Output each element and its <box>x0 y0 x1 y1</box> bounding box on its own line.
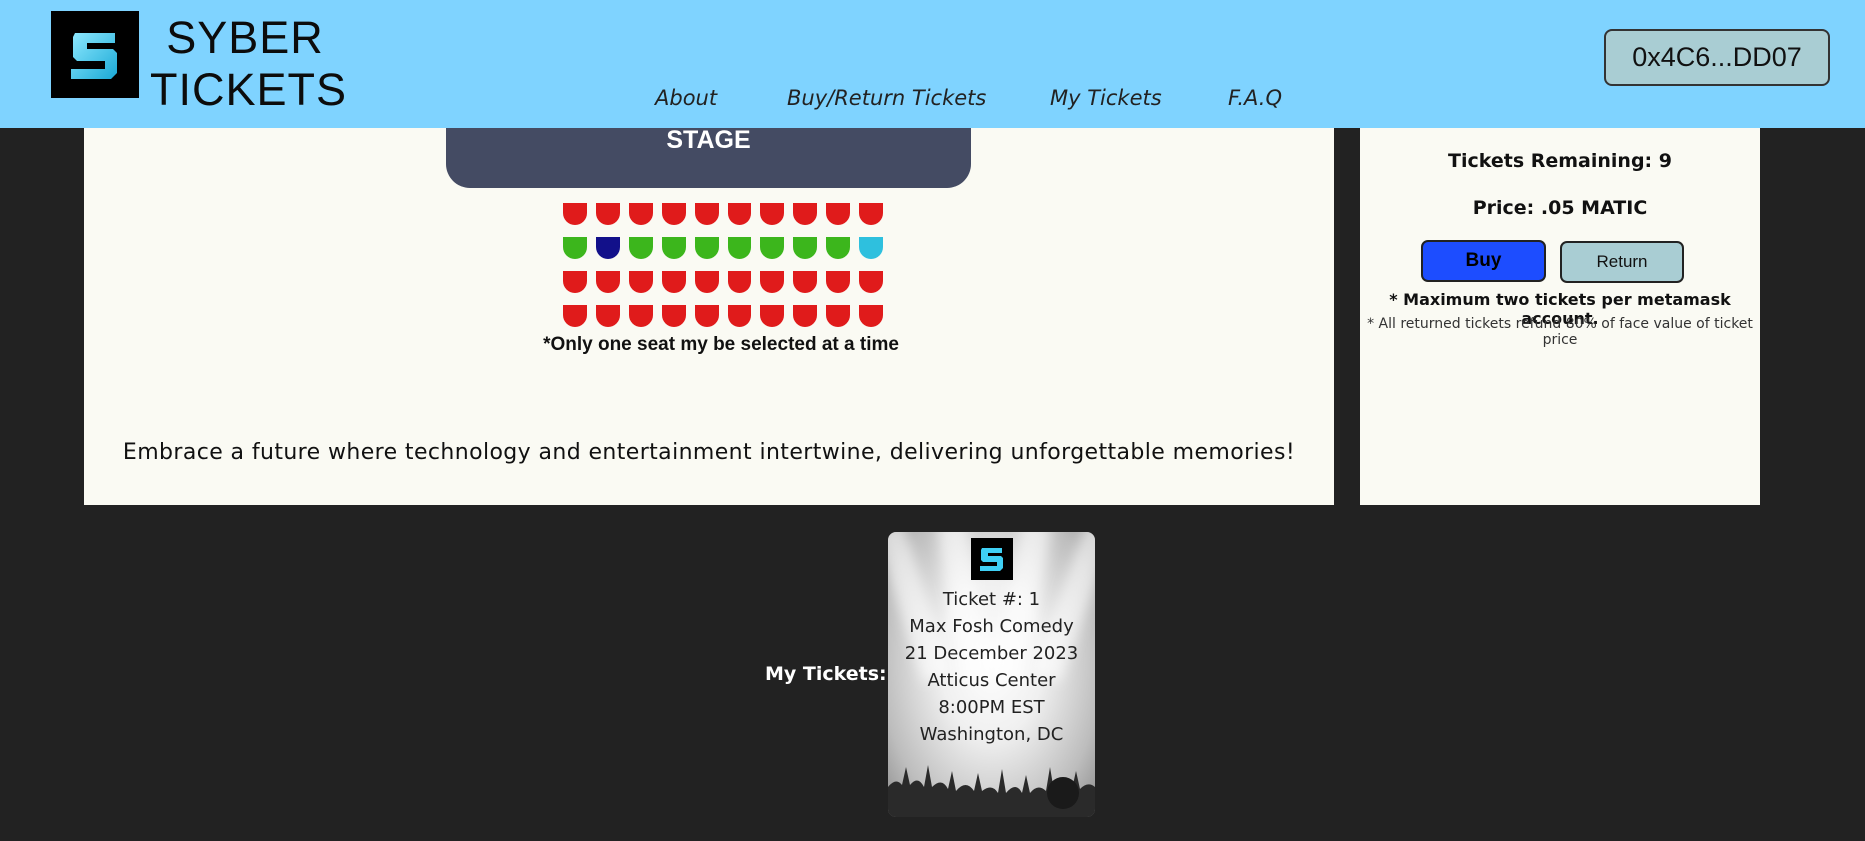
seat-red <box>628 271 653 293</box>
my-tickets-label: My Tickets: <box>765 663 887 685</box>
seat-red <box>859 305 884 327</box>
seat-selected[interactable] <box>595 237 620 259</box>
seat-red <box>563 271 587 293</box>
ticket-logo <box>971 538 1013 580</box>
ticket-event: Max Fosh Comedy <box>909 616 1074 637</box>
syber-s-logo-icon <box>980 548 1003 571</box>
seat-red <box>661 305 686 327</box>
seat-red <box>760 305 785 327</box>
nav-faq[interactable]: F.A.Q <box>1228 86 1282 110</box>
seat-row <box>563 203 884 227</box>
seat-red <box>595 203 620 225</box>
seat-red <box>628 203 653 225</box>
ticket-time: 8:00PM EST <box>938 697 1045 718</box>
seat-red <box>793 271 818 293</box>
brand-title-line1: SYBER <box>166 12 324 63</box>
seat-row <box>563 271 884 295</box>
seat-red <box>793 203 818 225</box>
seat-red <box>859 203 884 225</box>
seat-green[interactable] <box>563 237 587 259</box>
seat-green[interactable] <box>760 237 785 259</box>
crowd-silhouette-icon <box>888 765 1095 817</box>
seat-red <box>793 305 818 327</box>
seat-row <box>563 305 884 329</box>
ticket-card[interactable]: Ticket #: 1 Max Fosh Comedy 21 December … <box>888 532 1095 817</box>
seat-red <box>760 203 785 225</box>
seat-red <box>826 305 851 327</box>
return-button[interactable]: Return <box>1560 241 1684 283</box>
seat-red <box>727 271 752 293</box>
seat-green[interactable] <box>793 237 818 259</box>
ticket-price: Price: .05 MATIC <box>1472 197 1648 219</box>
seat-red <box>859 271 884 293</box>
brand-title: SYBER TICKETS <box>150 12 348 116</box>
ticket-number: Ticket #: 1 <box>942 589 1041 610</box>
seat-red <box>563 203 587 225</box>
seat-red <box>694 305 719 327</box>
buy-button[interactable]: Buy <box>1421 240 1546 282</box>
ticket-date: 21 December 2023 <box>904 643 1079 664</box>
seat-red <box>661 203 686 225</box>
seat-red <box>826 271 851 293</box>
seat-map <box>563 203 884 339</box>
seat-green[interactable] <box>826 237 851 259</box>
seat-red <box>595 271 620 293</box>
seat-red <box>826 203 851 225</box>
seat-green[interactable] <box>694 237 719 259</box>
seat-cyan[interactable] <box>859 237 884 259</box>
ticket-city: Washington, DC <box>919 724 1064 745</box>
nav-buy-return-tickets[interactable]: Buy/Return Tickets <box>787 86 986 110</box>
wallet-address-button[interactable]: 0x4C6...DD07 <box>1604 29 1830 86</box>
seat-selection-note: *Only one seat my be selected at a time <box>543 334 899 355</box>
seat-green[interactable] <box>628 237 653 259</box>
seat-red <box>595 305 620 327</box>
nav-about[interactable]: About <box>655 86 717 110</box>
seat-red <box>661 271 686 293</box>
brand-logo[interactable] <box>51 11 139 98</box>
top-header: SYBER TICKETS About Buy/Return Tickets M… <box>0 0 1865 128</box>
ticket-details: Ticket #: 1 Max Fosh Comedy 21 December … <box>888 586 1095 748</box>
syber-s-logo-icon <box>71 32 117 79</box>
seat-red <box>694 203 719 225</box>
refund-note: * All returned tickets refund 80% of fac… <box>1367 316 1753 348</box>
seat-red <box>628 305 653 327</box>
tagline: Embrace a future where technology and en… <box>122 440 1296 465</box>
seat-red <box>563 305 587 327</box>
seat-green[interactable] <box>661 237 686 259</box>
seat-row <box>563 237 884 261</box>
seat-red <box>760 271 785 293</box>
seat-red <box>727 203 752 225</box>
nav-my-tickets[interactable]: My Tickets <box>1050 86 1162 110</box>
seat-red <box>727 305 752 327</box>
seat-red <box>694 271 719 293</box>
tickets-remaining: Tickets Remaining: 9 <box>1447 150 1672 172</box>
seat-green[interactable] <box>727 237 752 259</box>
brand-title-line2: TICKETS <box>150 64 348 115</box>
ticket-venue: Atticus Center <box>927 670 1056 691</box>
